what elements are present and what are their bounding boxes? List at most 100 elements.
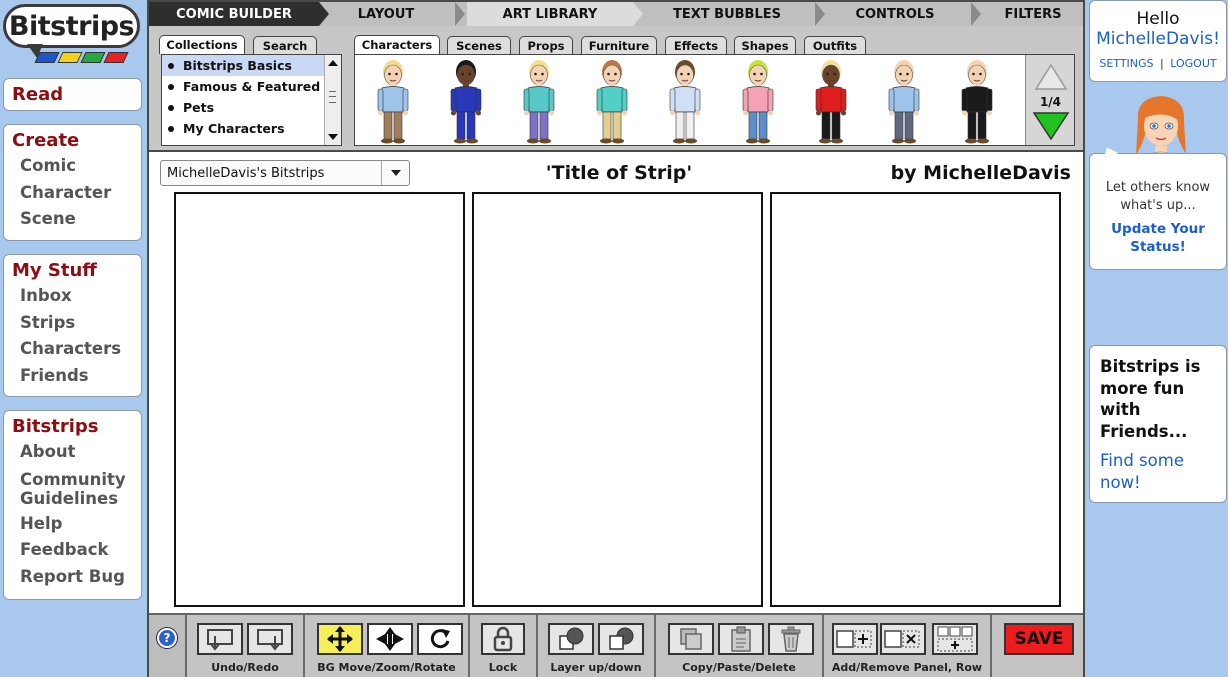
tab-outfits[interactable]: Outfits [804, 36, 866, 54]
remove-panel-button[interactable] [880, 623, 926, 655]
nav-bitstrips-box: Bitstrips About Community Guidelines Hel… [3, 410, 142, 600]
page-up-icon[interactable] [1034, 63, 1068, 91]
tab-scenes[interactable]: Scenes [447, 36, 511, 54]
links-separator: | [1160, 57, 1164, 70]
character-blonde-woman[interactable] [515, 57, 563, 145]
scroll-down-icon[interactable] [328, 134, 338, 140]
tab-controls[interactable]: CONTROLS [827, 2, 963, 26]
layer-down-button[interactable] [598, 623, 644, 655]
settings-link[interactable]: SETTINGS [1099, 57, 1153, 70]
tab-characters[interactable]: Characters [354, 35, 440, 54]
lock-button[interactable] [481, 623, 525, 655]
help-icon[interactable]: ? [157, 628, 177, 648]
update-status-link[interactable]: Update Your Status! [1090, 220, 1226, 256]
lock-label: Lock [488, 661, 518, 674]
tab-filters[interactable]: FILTERS [983, 2, 1083, 26]
character-blonde-man[interactable] [369, 57, 417, 145]
tab-collections[interactable]: Collections [159, 35, 245, 54]
tab-divider [815, 2, 825, 26]
character-man-black-suit[interactable] [953, 57, 1001, 145]
bg-move-button[interactable] [317, 623, 363, 655]
dropdown-button[interactable] [381, 161, 409, 185]
username-link[interactable]: MichelleDavis! [1090, 29, 1226, 49]
nav-feedback[interactable]: Feedback [4, 537, 141, 564]
nav-help[interactable]: Help [4, 511, 141, 538]
bg-rotate-button[interactable] [417, 623, 463, 655]
undo-button[interactable] [197, 623, 243, 655]
delete-button[interactable] [768, 623, 814, 655]
tab-divider [971, 2, 981, 26]
nav-about[interactable]: About [4, 439, 141, 466]
nav-create-scene[interactable]: Scene [4, 206, 141, 233]
nav-create-box: Create Comic Character Scene [3, 124, 142, 241]
strip-title[interactable]: 'Title of Strip' [469, 162, 769, 184]
logo-color-bars [34, 52, 129, 63]
nav-create-heading[interactable]: Create [4, 129, 141, 153]
rotate-icon [430, 629, 450, 649]
tab-props[interactable]: Props [519, 36, 573, 54]
comic-panel-2[interactable] [472, 192, 763, 607]
friends-promo-text: Bitstrips is more fun with Friends... [1100, 357, 1201, 441]
collection-label: Famous & Featured [183, 79, 321, 94]
find-friends-link[interactable]: Find some now! [1100, 450, 1216, 493]
nav-create-character[interactable]: Character [4, 180, 141, 207]
nav-mystuff-friends[interactable]: Friends [4, 363, 141, 390]
scroll-up-icon[interactable] [328, 60, 338, 66]
nav-read-link[interactable]: Read [4, 83, 141, 107]
add-row-button[interactable] [932, 623, 978, 655]
character-man-tie[interactable] [661, 57, 709, 145]
strip-series-value: MichelleDavis's Bitstrips [167, 165, 325, 181]
collection-my-characters[interactable]: My Characters [162, 118, 341, 139]
hello-text: Hello [1136, 9, 1180, 29]
collections-scrollbar[interactable] [324, 55, 341, 145]
strip-series-select[interactable]: MichelleDavis's Bitstrips [160, 160, 410, 186]
copy-button[interactable] [668, 623, 714, 655]
tab-search[interactable]: Search [253, 36, 317, 54]
page-down-icon[interactable] [1032, 111, 1070, 141]
logout-link[interactable]: LOGOUT [1170, 57, 1216, 70]
tab-art-library[interactable]: ART LIBRARY [467, 2, 633, 26]
builder-top-nav: COMIC BUILDER LAYOUT ART LIBRARY TEXT BU… [149, 2, 1083, 26]
redo-button[interactable] [247, 623, 293, 655]
nav-mystuff-strips[interactable]: Strips [4, 310, 141, 337]
nav-report-bug[interactable]: Report Bug [4, 564, 141, 591]
tab-text-bubbles[interactable]: TEXT BUBBLES [645, 2, 809, 26]
bitstrips-logo[interactable]: Bitstrips [3, 4, 141, 66]
nav-mystuff-characters[interactable]: Characters [4, 336, 141, 363]
tab-shapes[interactable]: Shapes [734, 36, 796, 54]
character-girl-pigtails[interactable] [734, 57, 782, 145]
add-panel-button[interactable] [832, 623, 878, 655]
comic-builder: COMIC BUILDER LAYOUT ART LIBRARY TEXT BU… [147, 0, 1085, 677]
save-button[interactable]: SAVE [1004, 623, 1074, 655]
tab-divider [319, 2, 329, 26]
nav-mystuff-inbox[interactable]: Inbox [4, 283, 141, 310]
tab-effects[interactable]: Effects [665, 36, 727, 54]
collections-list: Bitstrips Basics Famous & Featured Pets … [161, 54, 342, 146]
comic-panel-1[interactable] [174, 192, 465, 607]
collection-pets[interactable]: Pets [162, 97, 341, 118]
character-bald-man-blue[interactable] [880, 57, 928, 145]
redo-icon [257, 629, 283, 651]
comic-panel-3[interactable] [770, 192, 1061, 607]
bg-move-label: BG Move/Zoom/Rotate [317, 661, 456, 674]
character-woman-teal[interactable] [588, 57, 636, 145]
layer-label: Layer up/down [550, 661, 642, 674]
nav-mystuff-heading[interactable]: My Stuff [4, 259, 141, 283]
character-man-blue-suit[interactable] [442, 57, 490, 145]
character-woman-red[interactable] [807, 57, 855, 145]
remove-panel-icon [884, 630, 920, 648]
character-figure-icon [450, 60, 482, 144]
tab-furniture[interactable]: Furniture [581, 36, 657, 54]
nav-bitstrips-heading[interactable]: Bitstrips [4, 415, 141, 439]
collection-famous-featured[interactable]: Famous & Featured [162, 76, 341, 97]
character-figure-icon [961, 60, 993, 144]
paste-button[interactable] [718, 623, 764, 655]
bg-zoom-button[interactable] [367, 623, 413, 655]
nav-community-guidelines[interactable]: Community Guidelines [4, 466, 141, 511]
logo-bar-red [103, 52, 129, 63]
tab-layout[interactable]: LAYOUT [331, 2, 441, 26]
nav-create-comic[interactable]: Comic [4, 153, 141, 180]
layer-up-button[interactable] [548, 623, 594, 655]
status-prompt: Let others know what's up... [1105, 180, 1211, 213]
collection-bitstrips-basics[interactable]: Bitstrips Basics [162, 55, 341, 76]
